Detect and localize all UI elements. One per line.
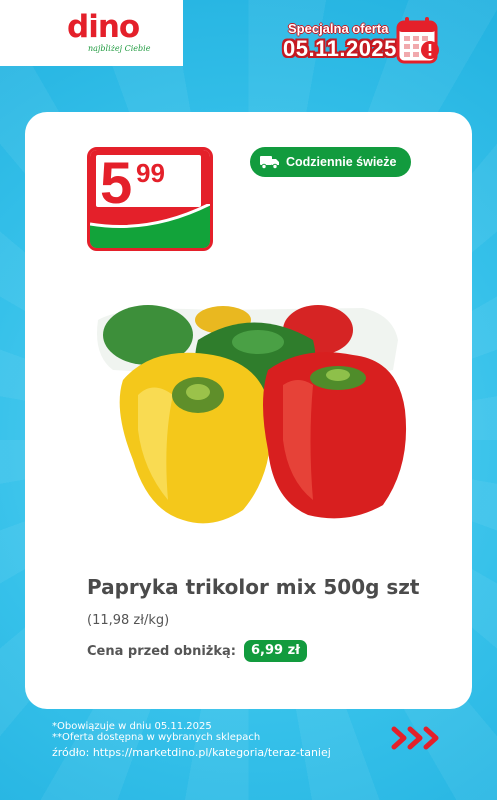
price-main: 5 xyxy=(100,151,133,216)
logo-tagline: najbliżej Ciebie xyxy=(88,44,151,53)
truck-icon xyxy=(260,156,279,169)
product-name: Papryka trikolor mix 500g szt xyxy=(87,575,420,599)
bell-peppers-image xyxy=(97,305,407,524)
previous-price-badge: 6,99 zł xyxy=(244,640,307,662)
logo[interactable]: dino najbliżej Ciebie xyxy=(0,0,183,66)
freshness-badge-label: Codziennie świeże xyxy=(286,155,397,169)
freshness-badge: Codziennie świeże xyxy=(250,147,411,177)
footer-note-validity: *Obowiązuje w dniu 05.11.2025 xyxy=(52,721,212,732)
previous-price-label: Cena przed obniżką: xyxy=(87,644,236,659)
offer-title: Specjalna oferta xyxy=(288,21,389,36)
footer-note-availability: **Oferta dostępna w wybranych sklepach xyxy=(52,732,261,743)
footer-source-link[interactable]: źródło: https://marketdino.pl/kategoria/… xyxy=(52,746,331,759)
logo-text: dino xyxy=(67,9,140,45)
calendar-alert-icon xyxy=(396,17,439,64)
price-badge: 5 99 xyxy=(87,147,213,251)
triple-chevron-right-icon[interactable] xyxy=(390,724,446,752)
unit-price: (11,98 zł/kg) xyxy=(87,613,170,628)
offer-date: 05.11.2025 xyxy=(283,36,397,61)
price-cents: 99 xyxy=(136,158,165,188)
